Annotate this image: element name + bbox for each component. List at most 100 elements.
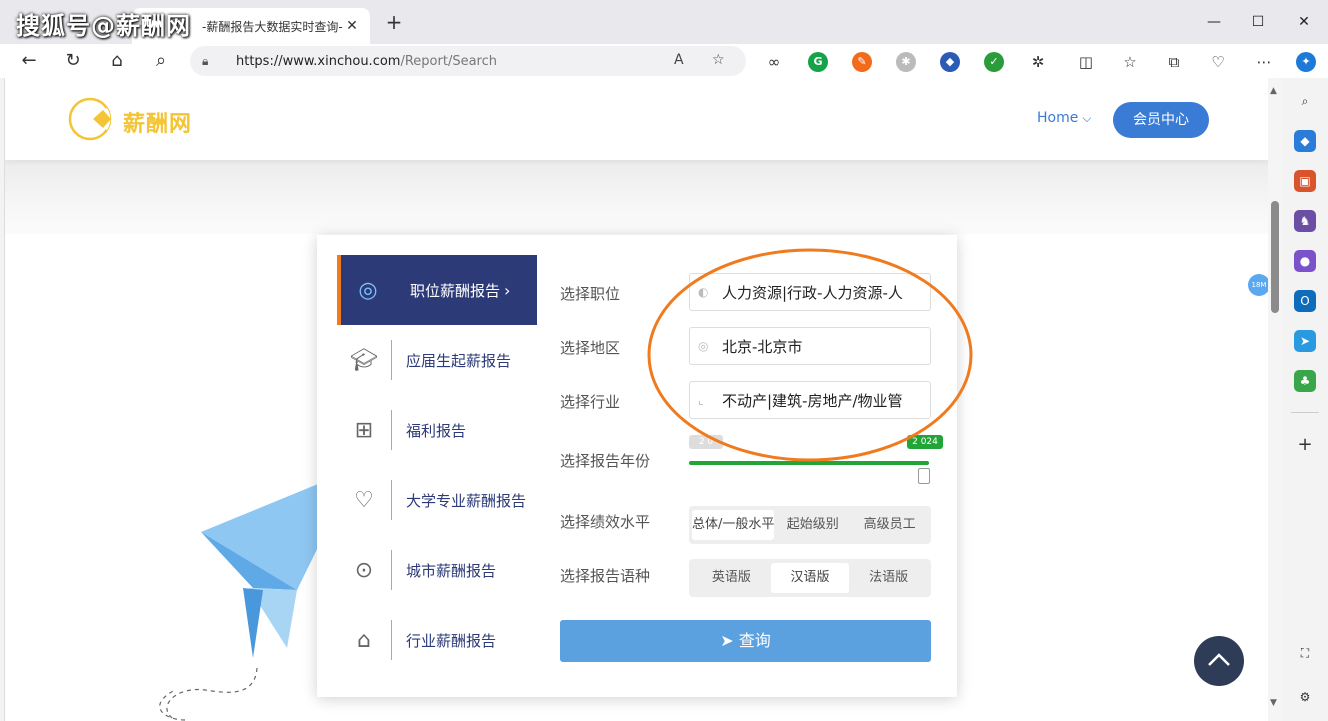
location-icon: ◎ <box>698 339 709 353</box>
browser-toolbar: ← ↻ ⌂ ⌕ 🔒︎ https://www.xinchou.com/Repor… <box>0 44 1328 78</box>
split-screen-icon[interactable]: ◫ <box>1076 52 1096 72</box>
performance-label: 选择绩效水平 <box>560 513 651 531</box>
copilot-icon[interactable]: ✦ <box>1296 52 1316 72</box>
performance-option-entry[interactable]: 起始级别 <box>774 510 851 540</box>
menu-divider <box>391 480 392 520</box>
url-host: https://www.xinchou.com <box>236 53 401 69</box>
menu-item-city-report[interactable]: ⊙ 城市薪酬报告 <box>337 535 537 605</box>
sidebar-screenshot-icon[interactable]: ⛶ <box>1294 642 1316 664</box>
home-icon[interactable]: ⌂ <box>104 48 130 74</box>
query-button[interactable]: ➤ 查询 <box>560 620 931 662</box>
close-tab-icon[interactable]: ✕ <box>344 18 360 34</box>
scrollbar-thumb[interactable] <box>1271 201 1279 313</box>
region-select[interactable]: ◎ 北京-北京市 <box>689 327 931 365</box>
extensions-puzzle-icon[interactable]: ✲ <box>1028 52 1048 72</box>
sidebar-tree-icon[interactable]: ♣ <box>1294 370 1316 392</box>
search-icon[interactable]: ⌕ <box>148 48 174 74</box>
query-button-label: 查询 <box>738 631 771 650</box>
language-label: 选择报告语种 <box>560 567 651 585</box>
menu-item-label: 城市薪酬报告 <box>406 561 497 580</box>
performance-segmented-control: 总体/一般水平 起始级别 高级员工 <box>689 506 931 544</box>
language-option-french[interactable]: 法语版 <box>849 563 928 593</box>
language-option-english[interactable]: 英语版 <box>692 563 771 593</box>
sidebar-send-icon[interactable]: ➤ <box>1294 330 1316 352</box>
year-slider-handle[interactable] <box>918 468 930 484</box>
position-select[interactable]: ◐ 人力资源|行政-人力资源-人 <box>689 273 931 311</box>
sidebar-search-icon[interactable]: ⌕ <box>1294 90 1316 112</box>
year-slider-track[interactable] <box>689 461 929 465</box>
sidebar-chess-icon[interactable]: ♞ <box>1294 210 1316 232</box>
url-path: /Report/Search <box>400 53 497 69</box>
favorite-star-icon[interactable]: ☆ <box>712 52 725 68</box>
scroll-up-icon[interactable]: ▲ <box>1270 86 1277 96</box>
sidebar-office-icon[interactable]: ● <box>1294 250 1316 272</box>
favorites-icon[interactable]: ☆ <box>1120 52 1140 72</box>
shield-check-icon[interactable]: ✓ <box>984 52 1004 72</box>
globe-icon: ◎ <box>358 277 378 303</box>
more-menu-icon[interactable]: ⋯ <box>1254 52 1274 72</box>
menu-divider <box>391 410 392 450</box>
industry-select[interactable]: ⌞ 不动产|建筑-房地产/物业管 <box>689 381 931 419</box>
gift-icon: ⊞ <box>354 417 374 443</box>
page-scrollbar[interactable] <box>1268 78 1282 721</box>
refresh-icon[interactable]: ↻ <box>60 48 86 74</box>
sidebar-settings-icon[interactable]: ⚙ <box>1294 686 1316 708</box>
menu-item-label: 行业薪酬报告 <box>406 631 497 650</box>
site-logo-icon[interactable] <box>67 96 113 142</box>
nav-home-link[interactable]: Home ⌵ <box>1037 110 1091 126</box>
member-center-button[interactable]: 会员中心 <box>1113 102 1209 138</box>
address-bar[interactable]: 🔒︎ https://www.xinchou.com/Report/Search… <box>190 46 746 76</box>
new-tab-icon[interactable]: + <box>384 12 404 32</box>
menu-item-benefits-report[interactable]: ⊞ 福利报告 <box>337 395 537 465</box>
extension-tool-icon[interactable]: ✎ <box>852 52 872 72</box>
site-header: 薪酬网 Home ⌵ 会员中心 <box>5 78 1268 160</box>
performance-option-overall[interactable]: 总体/一般水平 <box>692 510 775 540</box>
edge-sidebar: ⌕ ◆ ▣ ♞ ● O ➤ ♣ + ⛶ ⚙ <box>1283 78 1328 721</box>
chevron-right-icon: › <box>504 280 511 300</box>
sidebar-tag-icon[interactable]: ◆ <box>1294 130 1316 152</box>
chevron-down-icon: ⌵ <box>1082 111 1092 125</box>
menu-item-label: 职位薪酬报告 <box>410 281 501 300</box>
menu-item-position-report[interactable]: ◎ 职位薪酬报告 › <box>337 255 537 325</box>
menu-item-graduate-report[interactable]: 🎓︎ 应届生起薪报告 <box>337 325 537 395</box>
language-option-chinese[interactable]: 汉语版 <box>770 563 850 593</box>
menu-item-major-report[interactable]: ♡ 大学专业薪酬报告 <box>337 465 537 535</box>
grammarly-icon[interactable]: G <box>808 52 828 72</box>
menu-divider <box>391 340 392 380</box>
shield-icon[interactable]: ◆ <box>940 52 960 72</box>
minimize-icon[interactable]: — <box>1202 10 1226 34</box>
sidebar-toolbox-icon[interactable]: ▣ <box>1294 170 1316 192</box>
extension-gear-icon[interactable]: ✱ <box>896 52 916 72</box>
back-icon[interactable]: ← <box>16 48 42 74</box>
read-aloud-icon[interactable]: A <box>674 52 684 68</box>
sidebar-add-icon[interactable]: + <box>1294 434 1316 456</box>
menu-divider <box>391 620 392 660</box>
close-window-icon[interactable]: ✕ <box>1292 10 1316 34</box>
scroll-down-icon[interactable]: ▼ <box>1270 698 1277 708</box>
sidebar-outlook-icon[interactable]: O <box>1294 290 1316 312</box>
chart-icon: ⌞ <box>698 393 704 407</box>
position-value: 人力资源|行政-人力资源-人 <box>722 283 903 302</box>
menu-item-industry-report[interactable]: ⌂ 行业薪酬报告 <box>337 605 537 675</box>
heart-pulse-icon[interactable]: ♡ <box>1208 52 1228 72</box>
site-logo-text[interactable]: 薪酬网 <box>123 106 192 138</box>
target-icon: ⊙ <box>354 557 374 583</box>
float-badge[interactable]: 18M <box>1248 274 1268 296</box>
nav-home-label: Home <box>1037 110 1079 126</box>
book-heart-icon: ♡ <box>354 487 374 513</box>
report-search-card: ◎ 职位薪酬报告 › 🎓︎ 应届生起薪报告 ⊞ 福利报告 ♡ 大学专业薪酬报告 … <box>317 235 957 697</box>
performance-option-senior[interactable]: 高级员工 <box>851 510 928 540</box>
send-icon: ➤ <box>720 631 739 650</box>
extension-link-icon[interactable]: ∞ <box>764 52 784 72</box>
maximize-icon[interactable]: ☐ <box>1246 10 1270 34</box>
back-to-top-button[interactable] <box>1194 636 1244 686</box>
year-max-tooltip: 2 024 <box>907 435 943 449</box>
position-label: 选择职位 <box>560 285 621 303</box>
graduation-cap-icon: 🎓︎ <box>350 347 378 373</box>
region-label: 选择地区 <box>560 339 621 357</box>
watermark: 搜狐号@薪酬网 <box>16 12 191 40</box>
menu-item-label: 应届生起薪报告 <box>406 351 512 370</box>
collections-icon[interactable]: ⧉ <box>1164 52 1184 72</box>
industry-value: 不动产|建筑-房地产/物业管 <box>722 391 903 410</box>
menu-item-label: 大学专业薪酬报告 <box>406 491 527 510</box>
